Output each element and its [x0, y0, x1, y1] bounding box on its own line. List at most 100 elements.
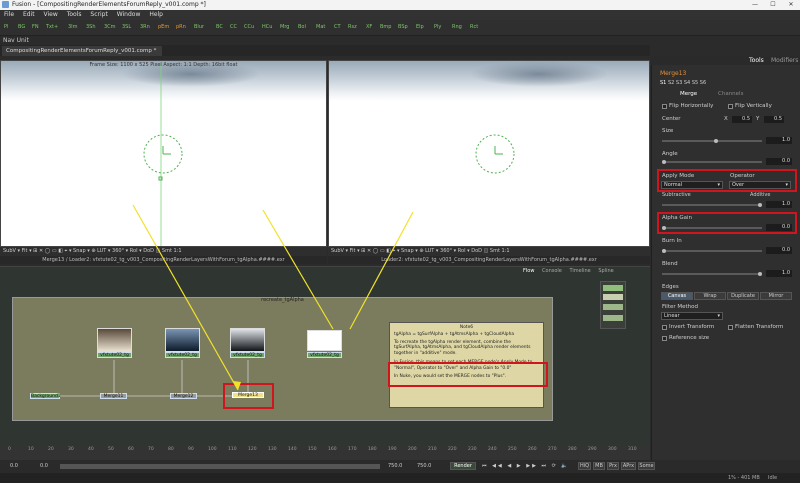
timeline-tick: 70 [148, 447, 154, 452]
burn-in-label: Burn In [662, 238, 682, 244]
timeline-tick: 0 [8, 447, 11, 452]
timeline-tick: 260 [528, 447, 537, 452]
tab-s4[interactable]: S4 [684, 80, 690, 86]
blend-field[interactable]: 1.0 [766, 270, 792, 277]
subtractive-label: Subtractive [662, 192, 691, 198]
some-button[interactable]: Some [638, 462, 655, 470]
additive-label: Additive [750, 192, 771, 198]
tab-s3[interactable]: S3 [676, 80, 682, 86]
flip-v-checkbox[interactable] [728, 104, 733, 109]
tab-modifiers[interactable]: Modifiers [771, 57, 798, 64]
flip-h-label: Flip Horizontally [669, 103, 714, 109]
timeline-tick: 120 [248, 447, 257, 452]
inspector-tabs: Tools Modifiers [651, 56, 800, 65]
timeline-tick: 130 [268, 447, 277, 452]
filter-method-label: Filter Method [662, 304, 698, 310]
burn-in-slider[interactable] [662, 248, 762, 253]
chevron-down-icon: ▾ [717, 313, 720, 319]
timeline-tick: 310 [628, 447, 637, 452]
timeline-tick: 180 [368, 447, 377, 452]
tab-s5[interactable]: S5 [692, 80, 698, 86]
timeline-tick: 240 [488, 447, 497, 452]
burn-in-field[interactable]: 0.0 [766, 247, 792, 254]
timeline-tick: 110 [228, 447, 237, 452]
mb-button[interactable]: MB [593, 462, 605, 470]
subtractive-additive-field[interactable]: 1.0 [766, 201, 792, 208]
aprx-button[interactable]: APrx [621, 462, 636, 470]
size-field[interactable]: 1.0 [766, 137, 792, 144]
transport-bar: 0.0 0.0 750.0 750.0 Render ⏮ ◀◀ ◀ ▶ ▶▶ ⏭… [0, 460, 800, 473]
timeline-tick: 300 [608, 447, 617, 452]
filter-method-value: Linear [664, 313, 680, 319]
timeline-tick: 100 [208, 447, 217, 452]
out-time[interactable]: 750.0 [388, 460, 402, 473]
start-time[interactable]: 0.0 [10, 460, 18, 473]
flatten-transform-label: Flatten Transform [735, 324, 784, 330]
subtractive-additive-slider[interactable] [662, 202, 762, 207]
timeline-tick: 250 [508, 447, 517, 452]
page-channels[interactable]: Channels [718, 91, 743, 97]
angle-field[interactable]: 0.0 [766, 158, 792, 165]
edges-mirror-button[interactable]: Mirror [760, 292, 792, 300]
timeline-tick: 170 [348, 447, 357, 452]
timeline-tick: 50 [108, 447, 114, 452]
maximize-button[interactable]: ☐ [764, 0, 782, 10]
center-label: Center [662, 116, 681, 122]
playback-controls[interactable]: ⏮ ◀◀ ◀ ▶ ▶▶ ⏭ ⟳ 🔈 [482, 460, 570, 473]
invert-transform-label: Invert Transform [669, 324, 715, 330]
edges-label: Edges [662, 284, 679, 290]
timeline-ticks: 0 10 20 30 40 50 60 70 80 90 100 110 120 130 140 150 160… [0, 446, 650, 460]
tab-tools[interactable]: Tools [749, 57, 764, 64]
minimize-button[interactable]: — [746, 0, 764, 10]
close-button[interactable]: ✕ [782, 0, 800, 10]
node-name: Merge13 [660, 70, 687, 77]
in-time[interactable]: 0.0 [40, 460, 48, 473]
center-x-label: X [724, 116, 728, 122]
size-label: Size [662, 128, 674, 134]
annotation-arrows [132, 204, 414, 391]
edges-canvas-button[interactable]: Canvas [661, 292, 693, 300]
prx-button[interactable]: Prx [607, 462, 619, 470]
tab-s1[interactable]: S1 [660, 80, 666, 86]
invert-transform-checkbox[interactable] [662, 325, 667, 330]
timeline-tick: 230 [468, 447, 477, 452]
alpha-gain-highlight [657, 212, 797, 234]
tab-s2[interactable]: S2 [668, 80, 674, 86]
timeline-tick: 10 [28, 447, 34, 452]
timeline-tick: 200 [408, 447, 417, 452]
reference-size-label: Reference size [669, 335, 710, 341]
flip-v-label: Flip Vertically [735, 103, 772, 109]
timeline-tick: 290 [588, 447, 597, 452]
timeline-tick: 80 [168, 447, 174, 452]
filter-method-dropdown[interactable]: Linear ▾ [661, 312, 723, 320]
render-state: Idle [768, 475, 778, 481]
hiq-button[interactable]: HiQ [578, 462, 591, 470]
angle-slider[interactable] [662, 159, 762, 164]
timeline-tick: 40 [88, 447, 94, 452]
timeline-tick: 90 [188, 447, 194, 452]
flatten-transform-checkbox[interactable] [728, 325, 733, 330]
timeline-tick: 280 [568, 447, 577, 452]
render-button[interactable]: Render [450, 462, 476, 470]
blend-label: Blend [662, 261, 678, 267]
blend-slider[interactable] [662, 271, 762, 276]
timeline-tick: 160 [328, 447, 337, 452]
edges-duplicate-button[interactable]: Duplicate [727, 292, 759, 300]
version-tabs: S1 S2 S3 S4 S5 S6 [660, 80, 770, 88]
edges-wrap-button[interactable]: Wrap [694, 292, 726, 300]
flip-h-checkbox[interactable] [662, 104, 667, 109]
memory-status: 1% - 401 MB [728, 475, 760, 481]
timeline-tick: 190 [388, 447, 397, 452]
angle-label: Angle [662, 151, 678, 157]
page-merge[interactable]: Merge [680, 91, 697, 97]
size-slider[interactable] [662, 138, 762, 143]
timeline-tick: 270 [548, 447, 557, 452]
tab-s6[interactable]: S6 [700, 80, 706, 86]
apply-mode-highlight [657, 169, 797, 192]
center-y-field[interactable]: 0.5 [764, 116, 784, 123]
center-x-field[interactable]: 0.5 [732, 116, 752, 123]
end-time[interactable]: 750.0 [417, 460, 431, 473]
reference-size-checkbox[interactable] [662, 336, 667, 341]
range-slider[interactable] [60, 464, 380, 469]
timeline-tick: 30 [68, 447, 74, 452]
